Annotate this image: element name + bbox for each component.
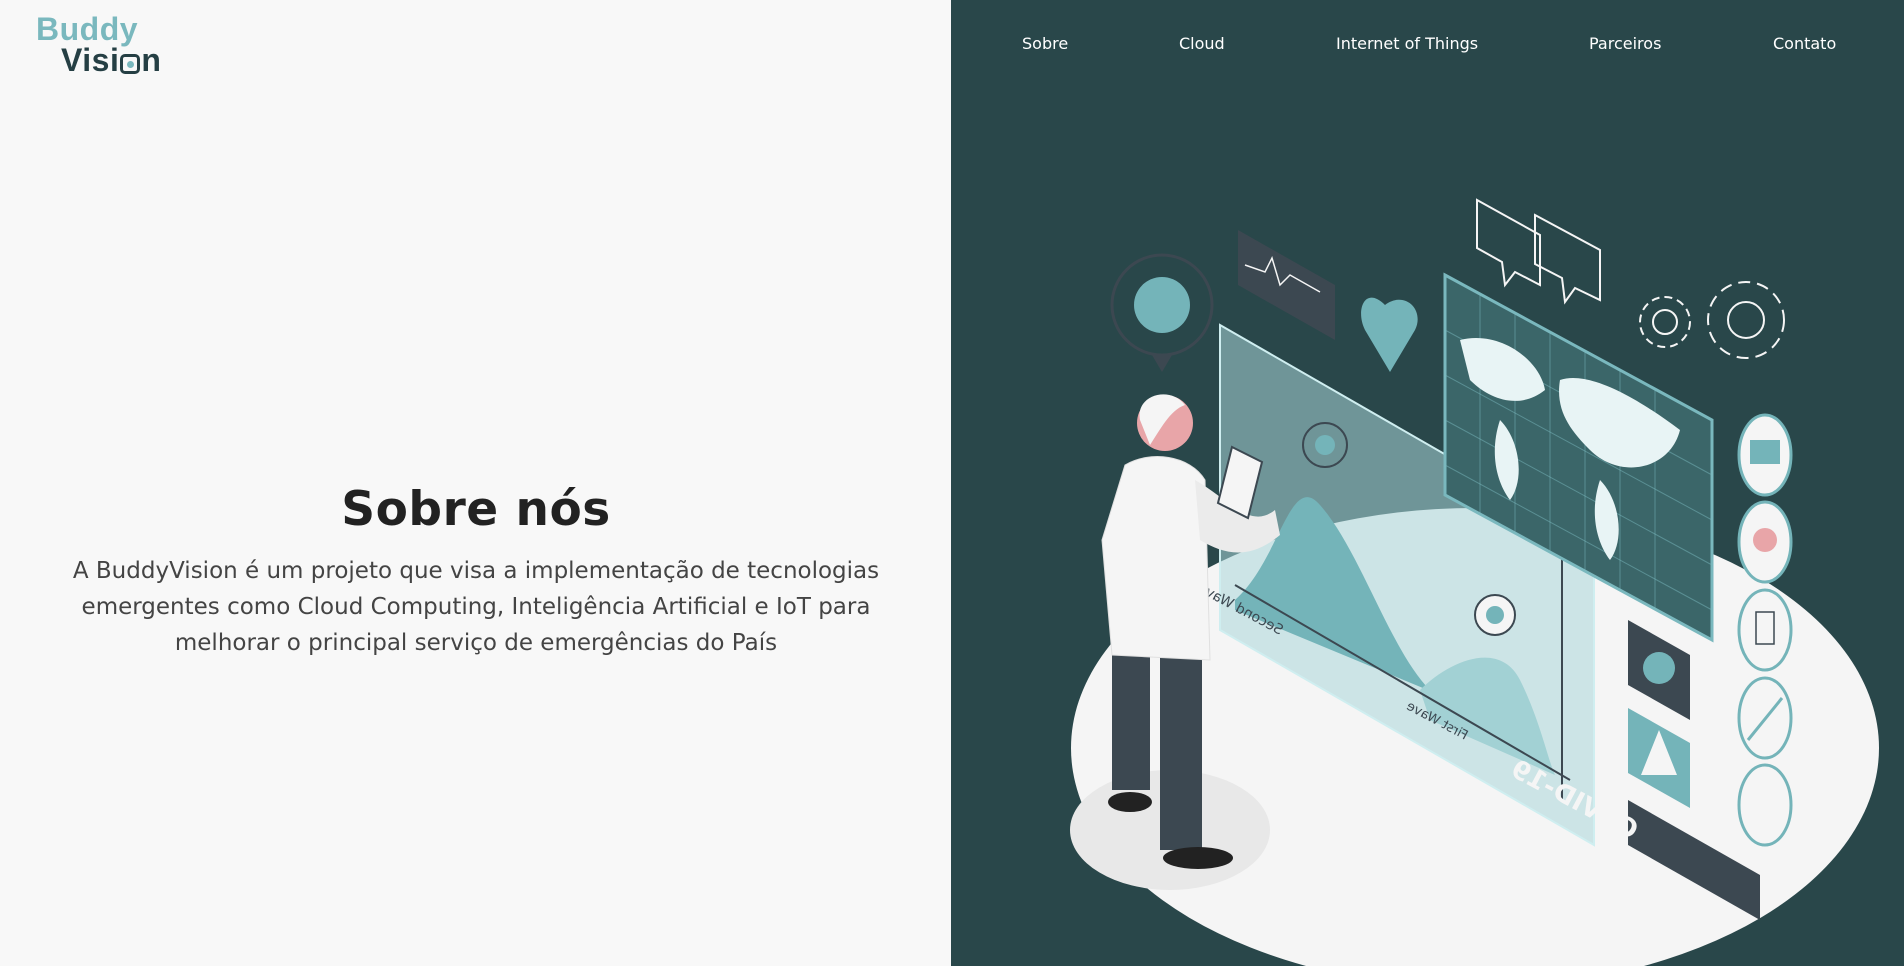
- nav-item-parceiros[interactable]: Parceiros: [1589, 34, 1661, 53]
- nav-item-contato[interactable]: Contato: [1773, 34, 1836, 53]
- right-panel: Second Wave First Wave COVID-19 Sobre Cl…: [951, 0, 1904, 966]
- left-panel: Buddy Visi n Sobre nós A BuddyVision é um…: [0, 0, 951, 966]
- covid-illustration: Second Wave First Wave COVID-19: [1070, 198, 1879, 966]
- mask-glyph: [1750, 440, 1780, 464]
- virus-icon-top: [1134, 277, 1190, 333]
- sanitizer-glyph: [1755, 611, 1775, 645]
- pills-icon: [1737, 763, 1793, 847]
- nav-item-sobre[interactable]: Sobre: [1022, 34, 1068, 53]
- doctor-shoe-right: [1163, 847, 1233, 869]
- logo-text-prefix: Visi: [61, 42, 120, 78]
- gear-icon-small: [1639, 296, 1691, 348]
- about-title: Sobre nós: [341, 482, 611, 537]
- virus-bubble-tail: [1152, 355, 1172, 372]
- gear-icon-small-inner: [1652, 309, 1678, 335]
- virus-icon-chart: [1315, 435, 1335, 455]
- about-section: Sobre nós A BuddyVision é um projeto que…: [40, 482, 912, 661]
- doctor-shoe-left: [1108, 792, 1152, 812]
- chat-bubble-2: [1534, 213, 1601, 305]
- heart-icon: [1361, 297, 1418, 372]
- virus-sign-icon: [1643, 652, 1675, 684]
- about-description: A BuddyVision é um projeto que visa a im…: [72, 558, 880, 656]
- buddyvision-logo[interactable]: Buddy Visi n: [36, 11, 162, 78]
- nav-item-iot[interactable]: Internet of Things: [1336, 34, 1478, 53]
- heart-monitor: [1238, 230, 1335, 340]
- handwash-glyph: [1753, 528, 1777, 552]
- gear-icon-large: [1707, 281, 1785, 359]
- doctor-left-leg: [1112, 640, 1150, 790]
- logo-text-suffix: n: [141, 42, 162, 78]
- chat-bubble-1: [1476, 198, 1541, 288]
- virus-icon-small: [1486, 606, 1504, 624]
- main-nav: Sobre Cloud Internet of Things Parceiros…: [951, 34, 1904, 58]
- nav-item-cloud[interactable]: Cloud: [1179, 34, 1225, 53]
- logo-line-2: Visi n: [61, 42, 162, 78]
- doctor-coat: [1101, 456, 1211, 661]
- eye-icon: [120, 54, 141, 74]
- logo-line-1: Buddy: [36, 11, 139, 47]
- doctor-right-leg: [1160, 650, 1202, 850]
- gear-icon-large-inner: [1727, 301, 1765, 339]
